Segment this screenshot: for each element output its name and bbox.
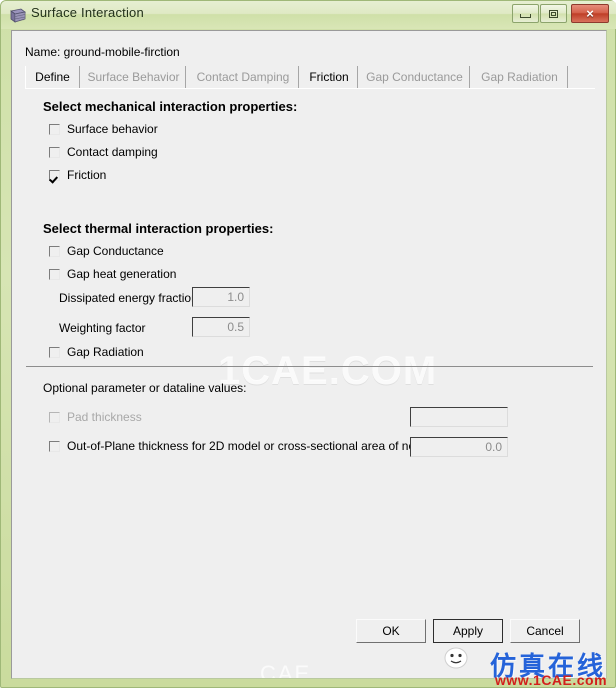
field-label-weighting-factor: Weighting factor <box>59 321 146 335</box>
checkbox-icon[interactable] <box>49 169 60 181</box>
checkbox-label: Surface behavior <box>67 122 158 136</box>
restore-icon <box>541 5 566 22</box>
tab-label: Define <box>35 70 70 84</box>
checkbox-icon[interactable] <box>49 146 60 158</box>
checkbox-label: Gap heat generation <box>67 267 177 281</box>
tab-strip: Define Surface Behavior Contact Damping Fri… <box>25 66 595 88</box>
cancel-button[interactable]: Cancel <box>510 619 580 643</box>
checkbox-label: Pad thickness <box>67 410 142 424</box>
title-bar: Surface Interaction × <box>1 1 616 29</box>
window-title: Surface Interaction <box>31 5 144 20</box>
mechanical-checkbox-friction[interactable]: Friction <box>49 168 106 182</box>
checkbox-icon[interactable] <box>49 245 60 257</box>
watermark-bottom-faint: CAE <box>260 661 312 679</box>
section-divider <box>26 366 593 367</box>
surface-mesh-icon <box>10 7 26 23</box>
tab-gap-radiation[interactable]: Gap Radiation <box>471 66 568 88</box>
checkbox-label: Gap Radiation <box>67 345 144 359</box>
interaction-name-label: Name: ground-mobile-firction <box>25 45 180 59</box>
define-tab-panel: Select mechanical interaction properties… <box>25 89 595 649</box>
mechanical-checkbox-contact-damping[interactable]: Contact damping <box>49 145 158 159</box>
optional-checkbox-pad-thickness[interactable]: Pad thickness <box>49 410 142 424</box>
checkbox-label: Friction <box>67 168 107 182</box>
checkbox-icon[interactable] <box>49 268 60 280</box>
checkbox-icon[interactable] <box>49 440 60 452</box>
field-label-dissipated-energy-fraction: Dissipated energy fraction <box>59 291 198 305</box>
checkbox-label: Contact damping <box>67 145 158 159</box>
dialog-client-area: 1CAE.COM CAE Name: ground-mobile-firctio… <box>11 30 607 679</box>
optional-heading: Optional parameter or dataline values: <box>43 381 247 395</box>
input-weighting-factor[interactable]: 0.5 <box>192 317 250 337</box>
checkbox-icon[interactable] <box>49 346 60 358</box>
tab-gap-conductance[interactable]: Gap Conductance <box>359 66 470 88</box>
minimize-icon <box>513 5 538 22</box>
tab-contact-damping[interactable]: Contact Damping <box>187 66 299 88</box>
maximize-button[interactable] <box>540 4 567 23</box>
tab-label: Contact Damping <box>196 70 290 84</box>
thermal-checkbox-gap-heat-generation[interactable]: Gap heat generation <box>49 267 176 281</box>
close-icon: × <box>586 6 594 21</box>
optional-checkbox-out-of-plane-thickness-for-2d-model-or-cross-sectional-area-of-nodes[interactable]: Out-of-Plane thickness for 2D model or c… <box>49 439 435 453</box>
tab-label: Gap Conductance <box>366 70 463 84</box>
minimize-button[interactable] <box>512 4 539 23</box>
optional-input-2[interactable]: 0.0 <box>410 437 508 457</box>
checkbox-icon[interactable] <box>49 123 60 135</box>
tab-label: Friction <box>309 70 349 84</box>
tab-surface-behavior[interactable]: Surface Behavior <box>81 66 186 88</box>
thermal-checkbox-gap-radiation[interactable]: Gap Radiation <box>49 345 144 359</box>
checkbox-label: Gap Conductance <box>67 244 164 258</box>
ok-button[interactable]: OK <box>356 619 426 643</box>
tab-label: Surface Behavior <box>87 70 180 84</box>
mechanical-heading: Select mechanical interaction properties… <box>43 99 298 114</box>
tab-define[interactable]: Define <box>25 66 80 88</box>
checkbox-icon[interactable] <box>49 411 60 423</box>
checkbox-label: Out-of-Plane thickness for 2D model or c… <box>67 439 435 453</box>
optional-input-1[interactable] <box>410 407 508 427</box>
thermal-heading: Select thermal interaction properties: <box>43 221 274 236</box>
tab-friction[interactable]: Friction <box>300 66 358 88</box>
mechanical-checkbox-surface-behavior[interactable]: Surface behavior <box>49 122 158 136</box>
tab-label: Gap Radiation <box>481 70 558 84</box>
apply-button[interactable]: Apply <box>433 619 503 643</box>
dialog-window: Surface Interaction × 1CAE.COM CAE Name:… <box>0 0 616 688</box>
close-button[interactable]: × <box>571 4 609 23</box>
input-dissipated-energy-fraction[interactable]: 1.0 <box>192 287 250 307</box>
thermal-checkbox-gap-conductance[interactable]: Gap Conductance <box>49 244 164 258</box>
